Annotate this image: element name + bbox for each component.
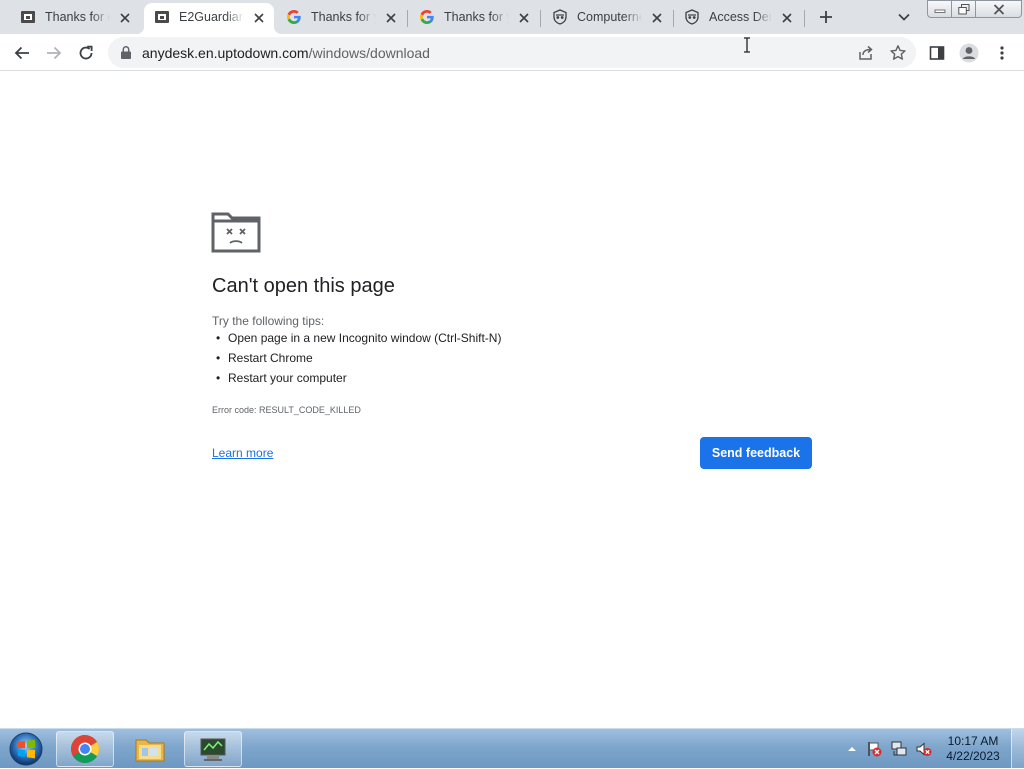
- share-icon[interactable]: [857, 44, 875, 62]
- tab-title: Access Denie: [709, 10, 772, 24]
- url-path: /windows/download: [308, 45, 430, 61]
- chrome-menu-button[interactable]: [990, 41, 1014, 65]
- error-code: Error code: RESULT_CODE_KILLED: [212, 405, 361, 415]
- side-panel-icon: [929, 46, 945, 60]
- tip-item: Restart your computer: [216, 370, 501, 390]
- close-tab-icon[interactable]: [118, 11, 132, 25]
- new-tab-button[interactable]: [815, 6, 837, 28]
- plus-icon: [820, 11, 832, 23]
- learn-more-link[interactable]: Learn more: [212, 446, 273, 460]
- close-tab-icon[interactable]: [252, 11, 266, 25]
- close-icon: [993, 3, 1004, 15]
- restore-icon: [957, 3, 969, 14]
- tab-access-denied[interactable]: Access Denie: [674, 3, 802, 34]
- tab-strip: Thanks for d E2Guardian - Thanks for yo …: [0, 0, 1024, 34]
- tab-title: Thanks for yo: [311, 10, 376, 24]
- error-page: Can't open this page Try the following t…: [0, 71, 1024, 728]
- arrow-left-icon: [14, 46, 29, 60]
- windows-taskbar: 10:17 AM 4/22/2023: [0, 728, 1024, 769]
- close-window-button[interactable]: [976, 0, 1022, 18]
- profile-button[interactable]: [957, 41, 981, 65]
- clock-date: 4/22/2023: [946, 749, 1000, 763]
- avatar-icon: [959, 43, 979, 63]
- close-tab-icon[interactable]: [517, 11, 531, 25]
- show-desktop-button[interactable]: [1011, 729, 1024, 769]
- network-icon[interactable]: [891, 741, 907, 757]
- volume-muted-icon[interactable]: [916, 741, 932, 757]
- browser-toolbar: anydesk.en.uptodown.com/windows/download: [0, 34, 1024, 71]
- taskbar-clock[interactable]: 10:17 AM 4/22/2023: [945, 734, 1001, 764]
- tip-item: Restart Chrome: [216, 350, 501, 370]
- tab-computernet[interactable]: Computerne: [542, 3, 672, 34]
- page-icon: [21, 11, 35, 23]
- tips-list: Open page in a new Incognito window (Ctr…: [216, 330, 501, 390]
- text-cursor-icon: [744, 37, 750, 53]
- tip-item: Open page in a new Incognito window (Ctr…: [216, 330, 501, 350]
- side-panel-button[interactable]: [925, 41, 949, 65]
- tab-title: Thanks for d: [45, 10, 110, 24]
- folder-icon: [135, 739, 165, 762]
- google-g-icon: [287, 10, 301, 24]
- send-feedback-button[interactable]: Send feedback: [700, 437, 812, 469]
- clock-time: 10:17 AM: [947, 734, 999, 748]
- tab-separator: [804, 10, 805, 27]
- sad-folder-icon: [211, 212, 261, 253]
- tab-separator: [540, 10, 541, 27]
- tab-thanks-for-you-1[interactable]: Thanks for yo: [276, 3, 406, 34]
- close-tab-icon[interactable]: [384, 11, 398, 25]
- action-center-flag-icon[interactable]: [866, 741, 882, 757]
- google-g-icon: [420, 10, 434, 24]
- tab-thanks-for-you-2[interactable]: Thanks for yo: [409, 3, 539, 34]
- start-button[interactable]: [6, 731, 46, 767]
- incognito-shield-icon: [553, 9, 567, 25]
- tips-intro: Try the following tips:: [212, 314, 325, 328]
- address-bar[interactable]: anydesk.en.uptodown.com/windows/download: [108, 37, 916, 68]
- bookmark-star-icon[interactable]: [889, 44, 907, 62]
- url-domain: anydesk.en.uptodown.com: [142, 45, 309, 61]
- chrome-icon: [71, 735, 99, 763]
- back-button[interactable]: [10, 41, 34, 65]
- minimize-button[interactable]: [927, 0, 952, 18]
- tab-separator: [407, 10, 408, 27]
- tab-title: E2Guardian -: [179, 10, 244, 24]
- close-tab-icon[interactable]: [650, 11, 664, 25]
- reload-button[interactable]: [74, 41, 98, 65]
- taskbar-explorer[interactable]: [121, 731, 179, 767]
- kebab-menu-icon: [1000, 46, 1004, 60]
- tab-search-chevron-icon[interactable]: [895, 8, 913, 26]
- tab-title: Computerne: [577, 10, 642, 24]
- error-title: Can't open this page: [212, 275, 395, 297]
- show-hidden-icons-arrow[interactable]: [844, 741, 860, 757]
- tab-thanks-for-d[interactable]: Thanks for d: [10, 3, 140, 34]
- incognito-shield-icon: [685, 9, 699, 25]
- tab-e2guardian[interactable]: E2Guardian -: [136, 3, 282, 34]
- window-controls: [927, 0, 1022, 18]
- close-tab-icon[interactable]: [780, 11, 794, 25]
- lock-icon[interactable]: [119, 45, 133, 60]
- taskbar-network-app[interactable]: [184, 731, 242, 767]
- reload-icon: [79, 45, 93, 60]
- restore-button[interactable]: [952, 0, 976, 18]
- network-app-icon: [200, 738, 226, 761]
- tab-title: Thanks for yo: [444, 10, 509, 24]
- forward-button[interactable]: [42, 41, 66, 65]
- page-icon: [155, 11, 169, 23]
- url-text[interactable]: anydesk.en.uptodown.com/windows/download: [142, 45, 430, 61]
- taskbar-chrome[interactable]: [56, 731, 114, 767]
- minimize-icon: [934, 9, 945, 13]
- arrow-right-icon: [47, 46, 62, 60]
